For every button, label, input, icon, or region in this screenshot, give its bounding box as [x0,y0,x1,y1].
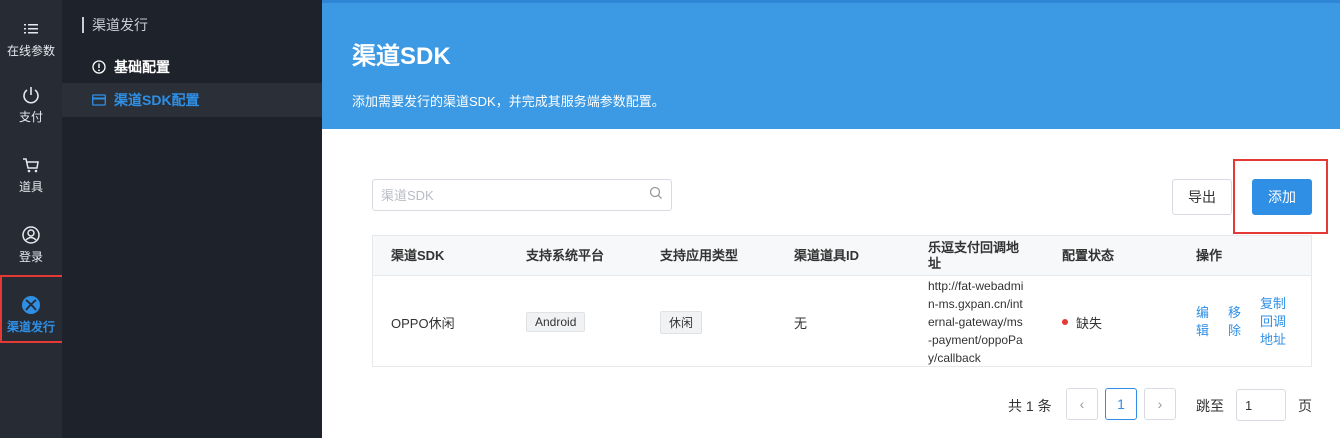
search-box [372,179,672,211]
column-header-actions: 操作 [1196,248,1223,263]
page-button-current[interactable]: 1 [1105,388,1137,420]
page-description: 添加需要发行的渠道SDK，并完成其服务端参数配置。 [352,94,665,109]
rail-item-channel-release[interactable]: 渠道发行 [0,282,62,348]
column-header-status: 配置状态 [1062,248,1115,263]
title-bar-marker [82,17,84,33]
channel-sdk-table: 渠道SDK 支持系统平台 支持应用类型 渠道道具ID 乐逗支付回调地址 配置状态… [372,235,1312,367]
cell-app-type: 休闲 [660,277,703,367]
user-circle-icon [21,225,41,245]
subnav-item-label: 基础配置 [114,59,170,75]
icon-rail: 在线参数 支付 道具 登录 渠道发行 [0,0,62,438]
cell-status: 缺失 [1062,277,1102,367]
page-header: 渠道SDK 添加需要发行的渠道SDK，并完成其服务端参数配置。 [322,0,1340,129]
rail-item-label: 道具 [18,180,43,194]
prev-page-button[interactable]: ‹ [1066,388,1098,420]
chevron-right-icon: › [1157,396,1163,412]
rail-item-label: 渠道发行 [6,320,55,334]
rail-item-items[interactable]: 道具 [0,142,62,208]
chevron-left-icon: ‹ [1079,396,1085,412]
column-header-sdk: 渠道SDK [391,248,445,263]
xbox-icon [21,295,41,315]
rail-item-login[interactable]: 登录 [0,212,62,278]
info-circle-icon [92,60,106,74]
add-button[interactable]: 添加 [1252,179,1312,215]
search-icon[interactable] [649,186,663,205]
card-icon [92,93,106,107]
pagination-total: 共 1 条 [1008,398,1052,414]
subnav-item-label: 渠道SDK配置 [114,92,200,108]
status-dot-icon [1062,319,1068,325]
main-content: 渠道SDK 添加需要发行的渠道SDK，并完成其服务端参数配置。 导出 添加 渠道… [322,0,1340,438]
subnav-title-text: 渠道发行 [92,17,148,33]
rail-item-label: 登录 [18,250,43,264]
rail-item-payment[interactable]: 支付 [0,72,62,138]
rail-item-label: 支付 [18,110,43,124]
subnav-item-basic-config[interactable]: 基础配置 [62,50,322,84]
page-unit-label: 页 [1298,398,1312,414]
table-row: OPPO休闲 Android 休闲 无 http://fat-webadmin-… [373,277,1311,367]
column-header-item-id: 渠道道具ID [794,248,860,263]
app-root: 在线参数 支付 道具 登录 渠道发行 渠道发行 基础配置 渠道SDK配置 渠道S… [0,0,1340,438]
list-icon [21,19,41,39]
search-input[interactable] [381,187,649,203]
power-icon [21,85,41,105]
column-header-app-type: 支持应用类型 [660,248,739,263]
cell-item-id: 无 [794,315,808,331]
cell-actions: 编辑 移除 复制回调地址 [1196,277,1306,367]
cell-sdk: OPPO休闲 [391,315,455,331]
status-text: 缺失 [1076,315,1103,331]
page-title: 渠道SDK [352,43,451,70]
table-header: 渠道SDK 支持系统平台 支持应用类型 渠道道具ID 乐逗支付回调地址 配置状态… [373,236,1311,276]
jump-label: 跳至 [1196,398,1224,414]
callback-url-text: http://fat-webadmin-ms.gxpan.cn/internal… [928,279,1024,365]
edit-link[interactable]: 编辑 [1196,304,1210,340]
platform-tag: Android [526,312,586,332]
export-button[interactable]: 导出 [1172,179,1232,215]
column-header-callback-url: 乐逗支付回调地址 [928,240,1020,271]
subnav-item-channel-sdk-config[interactable]: 渠道SDK配置 [62,83,322,117]
jump-page-input[interactable] [1236,389,1286,421]
cell-platform: Android [526,277,586,367]
copy-callback-link[interactable]: 复制回调地址 [1260,295,1288,349]
column-header-platform: 支持系统平台 [526,248,605,263]
next-page-button[interactable]: › [1144,388,1176,420]
rail-item-online-params[interactable]: 在线参数 [0,6,62,72]
cell-callback-url: http://fat-webadmin-ms.gxpan.cn/internal… [928,277,1026,367]
remove-link[interactable]: 移除 [1228,304,1242,340]
subnav-title: 渠道发行 [82,14,148,36]
secondary-sidebar: 渠道发行 基础配置 渠道SDK配置 [62,0,322,438]
rail-item-label: 在线参数 [6,44,55,58]
cart-icon [21,155,41,175]
app-type-tag: 休闲 [660,310,703,334]
